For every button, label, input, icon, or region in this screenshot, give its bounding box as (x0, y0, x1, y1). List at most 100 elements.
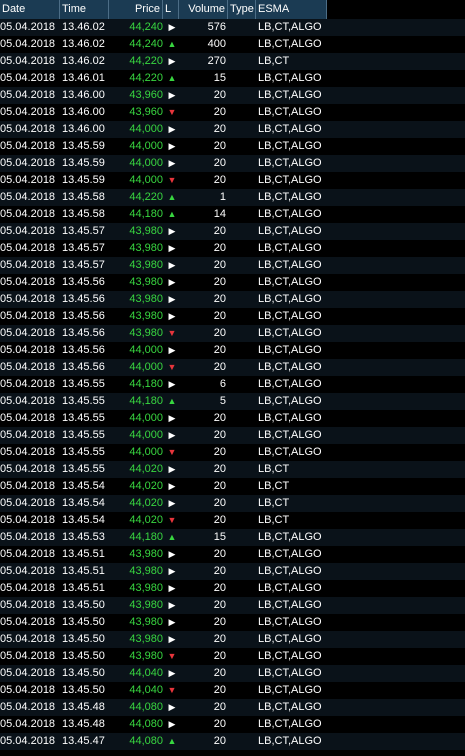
column-header-esma[interactable]: ESMA (256, 0, 327, 19)
cell-price: 44,000 (129, 140, 163, 152)
table-row[interactable]: 05.04.2018 13.45.57 43,980 ▶ 20 LB,CT,ALGO (0, 257, 465, 274)
table-row[interactable]: 05.04.2018 13.45.55 44,180 ▲ 5 LB,CT,ALGO (0, 393, 465, 410)
cell-date: 05.04.2018 (0, 361, 56, 373)
cell-esma: LB,CT,ALGO (258, 157, 322, 169)
table-row[interactable]: 05.04.2018 13.45.48 44,080 ▶ 20 LB,CT,ALGO (0, 716, 465, 733)
table-row[interactable]: 05.04.2018 13.45.56 43,980 ▶ 20 LB,CT,ALGO (0, 291, 465, 308)
cell-price: 44,220 (129, 191, 163, 203)
table-row[interactable]: 05.04.2018 13.45.55 44,180 ▶ 6 LB,CT,ALGO (0, 376, 465, 393)
cell-esma: LB,CT (258, 514, 290, 526)
table-row[interactable]: 05.04.2018 13.45.55 44,000 ▶ 20 LB,CT,ALGO (0, 427, 465, 444)
cell-date: 05.04.2018 (0, 225, 56, 237)
cell-price: 43,980 (129, 310, 163, 322)
cell-price: 44,020 (129, 497, 163, 509)
arrow-right-icon: ▶ (168, 124, 176, 134)
table-row[interactable]: 05.04.2018 13.45.54 44,020 ▶ 20 LB,CT (0, 495, 465, 512)
cell-date: 05.04.2018 (0, 412, 56, 424)
table-row[interactable]: 05.04.2018 13.45.50 43,980 ▶ 20 LB,CT,ALGO (0, 631, 465, 648)
cell-esma: LB,CT (258, 497, 290, 509)
cell-volume: 20 (213, 463, 226, 475)
table-row[interactable]: 05.04.2018 13.45.56 43,980 ▼ 20 LB,CT,ALGO (0, 325, 465, 342)
table-row[interactable]: 05.04.2018 13.45.47 44,080 ▲ 20 LB,CT,ALGO (0, 733, 465, 750)
arrow-right-icon: ▶ (168, 345, 176, 355)
column-header-volume[interactable]: Volume (179, 0, 228, 19)
cell-type (228, 291, 256, 308)
arrow-down-icon: ▼ (167, 107, 177, 117)
table-row[interactable]: 05.04.2018 13.45.57 43,980 ▶ 20 LB,CT,ALGO (0, 223, 465, 240)
table-row[interactable]: 05.04.2018 13.45.56 43,980 ▶ 20 LB,CT,ALGO (0, 308, 465, 325)
table-row[interactable]: 05.04.2018 13.46.02 44,240 ▶ 576 LB,CT,ALGO (0, 19, 465, 36)
cell-type (228, 733, 256, 750)
cell-esma: LB,CT,ALGO (258, 446, 322, 458)
cell-type (228, 495, 256, 512)
arrow-down-icon: ▼ (167, 515, 177, 525)
cell-price: 43,980 (129, 582, 163, 594)
cell-date: 05.04.2018 (0, 276, 56, 288)
cell-price: 43,960 (129, 89, 163, 101)
table-row[interactable]: 05.04.2018 13.45.51 43,980 ▶ 20 LB,CT,ALGO (0, 546, 465, 563)
cell-esma: LB,CT,ALGO (258, 599, 322, 611)
column-header-type[interactable]: Type (228, 0, 256, 19)
cell-price: 43,980 (129, 293, 163, 305)
column-header-time[interactable]: Time (60, 0, 109, 19)
table-row[interactable]: 05.04.2018 13.45.59 44,000 ▼ 20 LB,CT,ALGO (0, 172, 465, 189)
cell-esma: LB,CT,ALGO (258, 616, 322, 628)
cell-price: 43,980 (129, 599, 163, 611)
column-header-price[interactable]: Price (109, 0, 163, 19)
table-row[interactable]: 05.04.2018 13.45.55 44,000 ▼ 20 LB,CT,ALGO (0, 444, 465, 461)
table-row[interactable]: 05.04.2018 13.45.59 44,000 ▶ 20 LB,CT,ALGO (0, 138, 465, 155)
cell-price: 43,980 (129, 259, 163, 271)
table-row[interactable]: 05.04.2018 13.45.54 44,020 ▶ 20 LB,CT (0, 478, 465, 495)
cell-type (228, 597, 256, 614)
table-row[interactable]: 05.04.2018 13.45.50 43,980 ▼ 20 LB,CT,ALGO (0, 648, 465, 665)
arrow-right-icon: ▶ (168, 413, 176, 423)
arrow-right-icon: ▶ (168, 600, 176, 610)
cell-price: 43,980 (129, 225, 163, 237)
table-row[interactable]: 05.04.2018 13.46.02 44,220 ▶ 270 LB,CT (0, 53, 465, 70)
cell-esma: LB,CT,ALGO (258, 123, 322, 135)
table-row[interactable]: 05.04.2018 13.45.55 44,000 ▶ 20 LB,CT,ALGO (0, 410, 465, 427)
table-row[interactable]: 05.04.2018 13.46.00 43,960 ▶ 20 LB,CT,ALGO (0, 87, 465, 104)
cell-volume: 270 (207, 55, 226, 67)
table-row[interactable]: 05.04.2018 13.45.57 43,980 ▶ 20 LB,CT,ALGO (0, 240, 465, 257)
table-row[interactable]: 05.04.2018 13.45.51 43,980 ▶ 20 LB,CT,ALGO (0, 580, 465, 597)
table-row[interactable]: 05.04.2018 13.46.01 44,220 ▲ 15 LB,CT,ALGO (0, 70, 465, 87)
table-row[interactable]: 05.04.2018 13.45.50 44,040 ▶ 20 LB,CT,ALGO (0, 665, 465, 682)
cell-esma: LB,CT (258, 55, 290, 67)
cell-esma: LB,CT,ALGO (258, 412, 322, 424)
cell-price: 44,000 (129, 429, 163, 441)
arrow-right-icon: ▶ (168, 617, 176, 627)
table-row[interactable]: 05.04.2018 13.45.56 44,000 ▼ 20 LB,CT,ALGO (0, 359, 465, 376)
table-row[interactable]: 05.04.2018 13.45.55 44,020 ▶ 20 LB,CT (0, 461, 465, 478)
table-row[interactable]: 05.04.2018 13.46.02 44,240 ▲ 400 LB,CT,ALGO (0, 36, 465, 53)
cell-date: 05.04.2018 (0, 378, 56, 390)
cell-esma: LB,CT,ALGO (258, 684, 322, 696)
cell-esma: LB,CT,ALGO (258, 191, 322, 203)
table-row[interactable]: 05.04.2018 13.45.51 43,980 ▶ 20 LB,CT,ALGO (0, 563, 465, 580)
table-row[interactable]: 05.04.2018 13.45.58 44,220 ▲ 1 LB,CT,ALGO (0, 189, 465, 206)
table-row[interactable]: 05.04.2018 13.45.53 44,180 ▲ 15 LB,CT,ALGO (0, 529, 465, 546)
cell-price: 43,980 (129, 548, 163, 560)
column-header-date[interactable]: Date (0, 0, 60, 19)
cell-esma: LB,CT,ALGO (258, 378, 322, 390)
cell-esma: LB,CT,ALGO (258, 38, 322, 50)
table-row[interactable]: 05.04.2018 13.45.59 44,000 ▶ 20 LB,CT,ALGO (0, 155, 465, 172)
table-row[interactable]: 05.04.2018 13.45.50 43,980 ▶ 20 LB,CT,ALGO (0, 597, 465, 614)
table-row[interactable]: 05.04.2018 13.46.00 44,000 ▶ 20 LB,CT,ALGO (0, 121, 465, 138)
table-row[interactable]: 05.04.2018 13.46.00 43,960 ▼ 20 LB,CT,ALGO (0, 104, 465, 121)
table-row[interactable]: 05.04.2018 13.45.50 44,040 ▼ 20 LB,CT,ALGO (0, 682, 465, 699)
table-row[interactable]: 05.04.2018 13.45.56 43,980 ▶ 20 LB,CT,ALGO (0, 274, 465, 291)
cell-volume: 20 (213, 293, 226, 305)
cell-date: 05.04.2018 (0, 310, 56, 322)
table-row[interactable]: 05.04.2018 13.45.50 43,980 ▶ 20 LB,CT,ALGO (0, 614, 465, 631)
cell-esma: LB,CT,ALGO (258, 531, 322, 543)
table-row[interactable]: 05.04.2018 13.45.48 44,080 ▶ 20 LB,CT,ALGO (0, 699, 465, 716)
cell-date: 05.04.2018 (0, 650, 56, 662)
table-row[interactable]: 05.04.2018 13.45.54 44,020 ▼ 20 LB,CT (0, 512, 465, 529)
cell-type (228, 699, 256, 716)
cell-type (228, 529, 256, 546)
column-header-l[interactable]: L (163, 0, 179, 19)
cell-date: 05.04.2018 (0, 701, 56, 713)
table-row[interactable]: 05.04.2018 13.45.56 44,000 ▶ 20 LB,CT,ALGO (0, 342, 465, 359)
table-row[interactable]: 05.04.2018 13.45.58 44,180 ▲ 14 LB,CT,ALGO (0, 206, 465, 223)
